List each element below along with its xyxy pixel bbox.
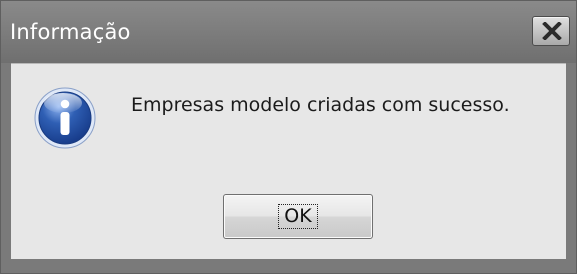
message-text: Empresas modelo criadas com sucesso. [131,94,510,116]
ok-button[interactable]: OK [223,194,373,239]
information-dialog: Informação Empresas modelo criadas com s… [0,0,577,274]
info-icon [34,87,96,149]
close-button[interactable] [532,16,570,46]
ok-button-label: OK [284,205,312,227]
close-icon [542,22,562,40]
dialog-titlebar[interactable]: Informação [1,1,576,63]
dialog-title: Informação [10,20,131,44]
dialog-bottom-border [1,259,576,273]
dialog-content: Empresas modelo criadas com sucesso. OK [11,63,566,259]
